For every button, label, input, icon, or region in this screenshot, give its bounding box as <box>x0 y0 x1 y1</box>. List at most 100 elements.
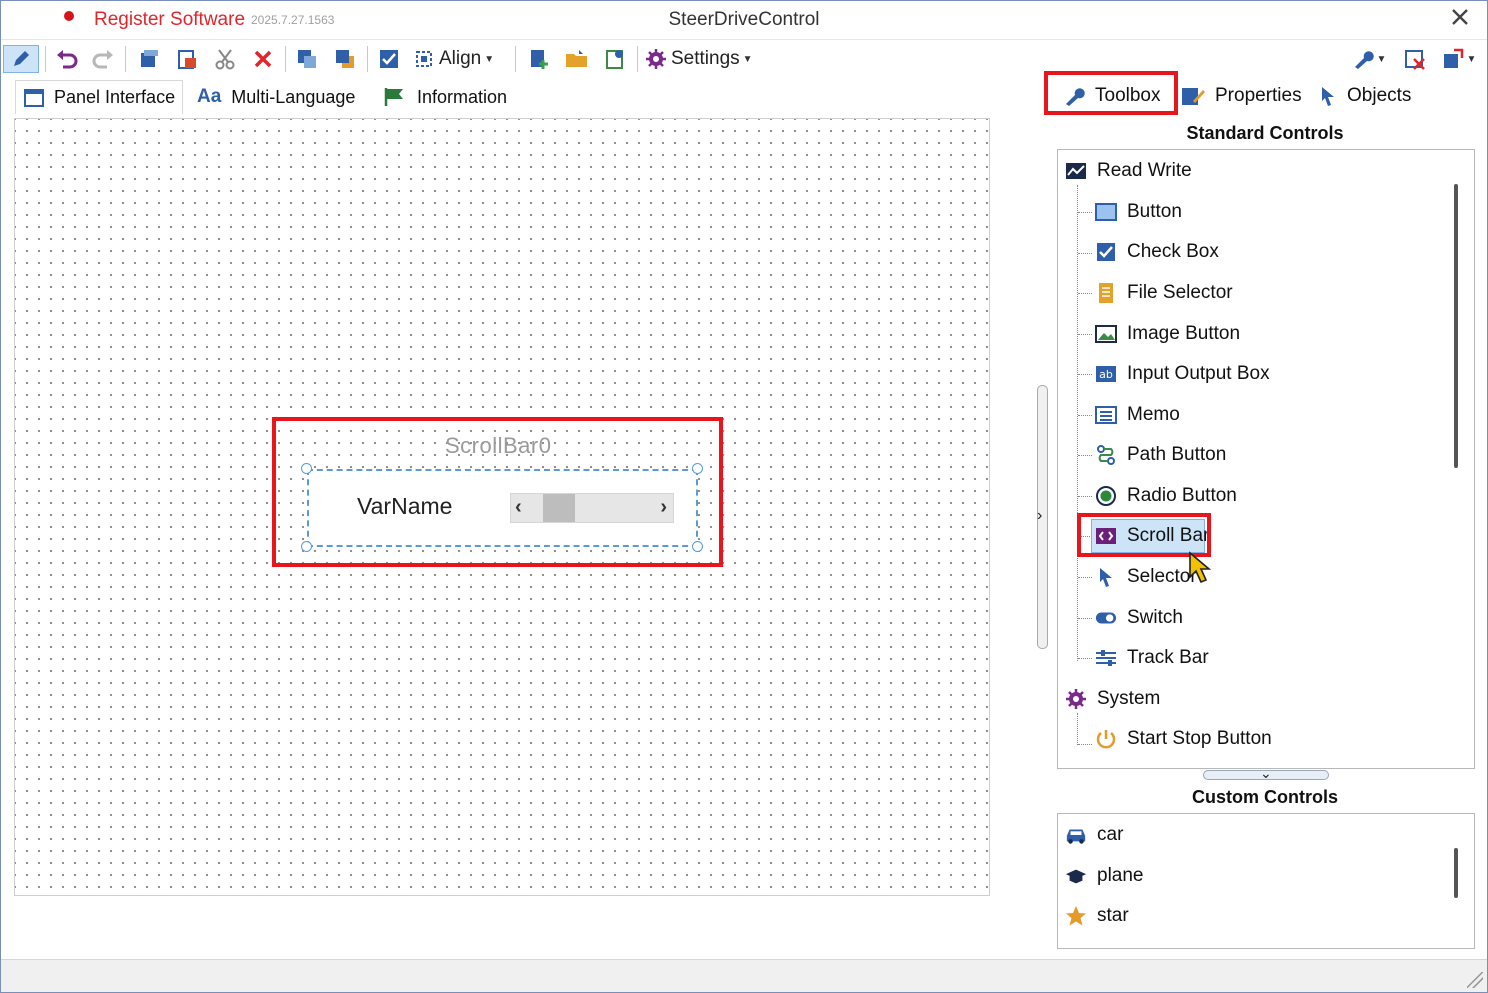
toolbox-item-label: Button <box>1127 201 1182 222</box>
delete-button[interactable] <box>247 45 279 73</box>
app-window: Register Software 2025.7.27.1563 SteerDr… <box>0 0 1488 993</box>
switch-icon <box>1095 607 1117 629</box>
tab-label: Multi-Language <box>231 86 356 107</box>
trackbar-icon <box>1095 647 1117 669</box>
toolbox-item-button[interactable]: Button <box>1095 197 1182 227</box>
edit-mode-button[interactable] <box>3 45 39 73</box>
toolbox-item-switch[interactable]: Switch <box>1095 603 1183 633</box>
add-page-button[interactable] <box>523 45 555 73</box>
memo-icon <box>1095 404 1117 426</box>
gear-icon <box>1065 688 1087 710</box>
toolbox-item-start-stop-button[interactable]: Start Stop Button <box>1095 724 1272 754</box>
paste-icon <box>178 50 196 69</box>
tree-group-read-write[interactable]: Read Write <box>1065 156 1192 186</box>
open-folder-button[interactable] <box>561 45 593 73</box>
toolbox-item-label: Radio Button <box>1127 485 1237 506</box>
toolbox-item-label: Start Stop Button <box>1127 728 1272 749</box>
start-stop-icon <box>1095 728 1117 750</box>
plane-icon <box>1065 865 1087 887</box>
custom-item-label: star <box>1097 905 1129 926</box>
redo-icon <box>92 50 113 69</box>
toolbox-item-label: Track Bar <box>1127 647 1209 668</box>
resize-grip-icon[interactable] <box>1467 972 1483 988</box>
delete-x-icon <box>254 50 272 68</box>
tab-properties[interactable]: Properties <box>1181 79 1307 113</box>
button-icon <box>1095 201 1117 223</box>
panel-icon <box>24 88 44 108</box>
cut-button[interactable] <box>209 45 241 73</box>
pencil-icon <box>14 51 29 66</box>
custom-item-car[interactable]: car <box>1065 820 1123 850</box>
toolbox-item-radio-button[interactable]: Radio Button <box>1095 481 1237 511</box>
toolbox-item-file-selector[interactable]: File Selector <box>1095 278 1233 308</box>
toolbox-item-label: Input Output Box <box>1127 363 1270 384</box>
image-icon <box>1095 323 1117 345</box>
custom-item-star[interactable]: star <box>1065 901 1129 931</box>
toolbox-item-selector[interactable]: Selector <box>1095 562 1197 592</box>
settings-dropdown[interactable]: Settings ▼ <box>645 45 763 73</box>
toolbox-item-label: Memo <box>1127 404 1180 425</box>
tree-group-label: System <box>1097 688 1161 709</box>
chevron-right-icon: › <box>1037 507 1043 524</box>
close-panel-button[interactable] <box>1399 45 1431 73</box>
export-button[interactable] <box>599 45 631 73</box>
layout-icon <box>1443 48 1463 68</box>
toolbox-item-label: Image Button <box>1127 323 1241 344</box>
close-window-icon <box>1405 50 1425 70</box>
tab-objects[interactable]: Objects <box>1319 79 1429 113</box>
chevron-down-icon: ▼ <box>742 53 753 65</box>
pointer-icon <box>1319 85 1337 107</box>
copy-button[interactable] <box>133 45 165 73</box>
align-dropdown[interactable]: Align ▼ <box>413 45 509 73</box>
copy-icon <box>141 50 158 67</box>
pointer-icon <box>1095 566 1117 588</box>
close-icon <box>1452 9 1468 25</box>
redo-button[interactable] <box>87 45 119 73</box>
tree-group-label: Read Write <box>1097 160 1192 181</box>
highlight-box-toolbox <box>1044 71 1178 115</box>
car-icon <box>1065 824 1087 846</box>
custom-item-plane[interactable]: plane <box>1065 861 1144 891</box>
tab-label: Information <box>417 86 508 107</box>
toolbox-item-check-box[interactable]: Check Box <box>1095 237 1219 267</box>
undo-button[interactable] <box>51 45 83 73</box>
list-scrollbar[interactable] <box>1454 184 1458 468</box>
toolbox-item-memo[interactable]: Memo <box>1095 400 1180 430</box>
checkbox-icon <box>1095 241 1117 263</box>
chevron-down-icon: ▼ <box>484 53 495 65</box>
chevron-down-icon: ▼ <box>1466 53 1477 65</box>
wrench-icon <box>1354 51 1374 69</box>
custom-item-label: plane <box>1097 865 1144 886</box>
toolbox-item-track-bar[interactable]: Track Bar <box>1095 643 1209 673</box>
toolbox-item-path-button[interactable]: Path Button <box>1095 440 1226 470</box>
panel-resize-bar[interactable]: ⌄ <box>1203 765 1329 781</box>
tab-panel-interface[interactable]: Panel Interface <box>15 80 183 114</box>
checkbox-icon <box>380 50 398 68</box>
chevron-down-icon: ⌄ <box>1260 765 1272 781</box>
send-back-icon <box>336 50 354 68</box>
custom-item-label: car <box>1097 824 1124 845</box>
toolbox-item-image-button[interactable]: Image Button <box>1095 319 1240 349</box>
list-scrollbar[interactable] <box>1454 848 1458 898</box>
settings-label: Settings <box>671 48 740 69</box>
select-all-button[interactable] <box>373 45 405 73</box>
info-flag-icon <box>383 86 407 108</box>
tree-group-system[interactable]: System <box>1065 684 1160 714</box>
align-label: Align <box>439 48 482 69</box>
font-icon: Aa <box>197 86 222 107</box>
tab-label: Objects <box>1347 85 1412 106</box>
toolbox-item-input-output-box[interactable]: ab Input Output Box <box>1095 359 1270 389</box>
toolbox-item-label: Check Box <box>1127 241 1219 262</box>
send-back-button[interactable] <box>329 45 361 73</box>
export-icon <box>606 50 623 69</box>
mouse-cursor-icon <box>1187 551 1217 590</box>
tab-information[interactable]: Information <box>379 80 519 114</box>
window-layout-dropdown[interactable]: ▼ <box>1437 45 1481 73</box>
main-toolbar: Align ▼ Settings ▼ ▼ ▼ <box>1 39 1487 77</box>
paste-button[interactable] <box>171 45 203 73</box>
bring-front-button[interactable] <box>291 45 323 73</box>
path-icon <box>1095 444 1117 466</box>
tools-dropdown[interactable]: ▼ <box>1347 45 1391 73</box>
close-button[interactable] <box>1447 5 1473 33</box>
tab-multi-language[interactable]: Aa Multi-Language <box>193 80 369 114</box>
